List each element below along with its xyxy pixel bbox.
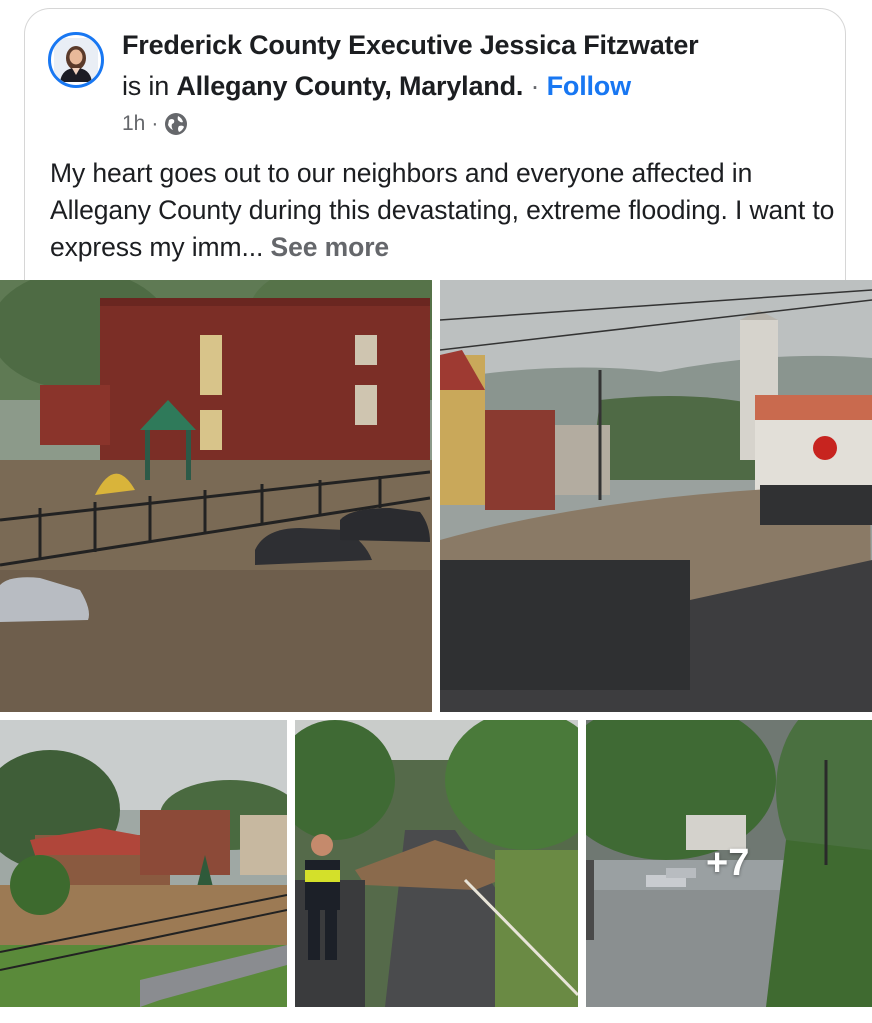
author-avatar-image <box>54 38 98 82</box>
follow-button[interactable]: Follow <box>547 71 631 101</box>
meta-separator: · <box>151 112 159 135</box>
post-body: My heart goes out to our neighbors and e… <box>50 158 835 262</box>
author-avatar[interactable] <box>48 32 104 88</box>
globe-icon[interactable] <box>164 112 188 136</box>
photo-flooded-houses[interactable] <box>0 720 287 1007</box>
location-prefix: is in <box>122 71 170 101</box>
post-time[interactable]: 1h <box>122 112 145 136</box>
photo-flooded-street[interactable] <box>440 280 872 712</box>
location-link[interactable]: Allegany County, Maryland. <box>176 71 523 101</box>
author-name[interactable]: Frederick County Executive Jessica Fitzw… <box>122 30 699 61</box>
post-meta: 1h · <box>122 112 188 136</box>
separator-dot: · <box>530 71 540 101</box>
location-line: is in Allegany County, Maryland. · Follo… <box>122 71 631 102</box>
see-more-button[interactable]: See more <box>271 232 390 262</box>
photo-submerged-cars[interactable]: +7 <box>586 720 872 1007</box>
post-text: My heart goes out to our neighbors and e… <box>50 155 840 266</box>
more-photos-count[interactable]: +7 <box>706 842 749 885</box>
photo-emergency-worker[interactable] <box>295 720 578 1007</box>
photo-flooded-school[interactable] <box>0 280 432 712</box>
